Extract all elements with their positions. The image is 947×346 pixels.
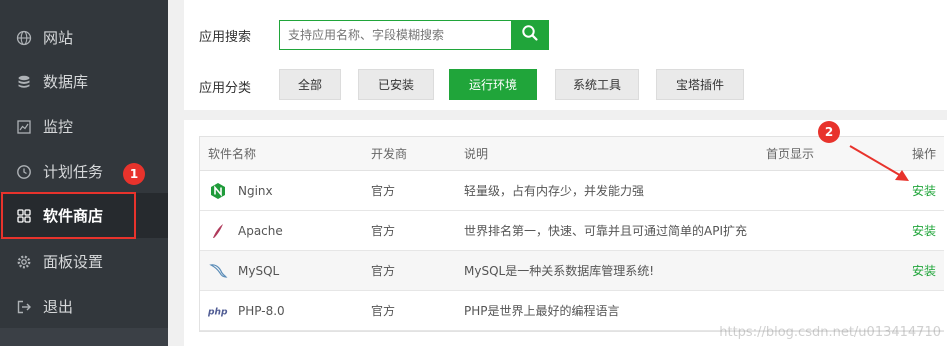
main-content: 应用搜索 应用分类 全部 已安装 运行环境 系统工具 宝塔插件 软件名称 开发商… bbox=[168, 0, 947, 346]
apache-feather-icon bbox=[208, 221, 228, 241]
header-name: 软件名称 bbox=[208, 147, 257, 161]
sidebar-item-label: 监控 bbox=[43, 118, 74, 136]
svg-text:php: php bbox=[208, 307, 228, 317]
install-link[interactable]: 安装 bbox=[912, 182, 936, 199]
sidebar-item-label: 面板设置 bbox=[43, 253, 104, 271]
software-desc: MySQL是一种关系数据库管理系统! bbox=[464, 264, 655, 278]
header-home: 首页显示 bbox=[766, 147, 815, 161]
sidebar-footer bbox=[0, 328, 168, 346]
grid-icon bbox=[15, 207, 33, 225]
search-icon bbox=[521, 24, 539, 46]
search-input[interactable] bbox=[279, 20, 511, 50]
sidebar-item-label: 网站 bbox=[43, 29, 74, 47]
sidebar-item-label: 退出 bbox=[43, 298, 74, 316]
logout-icon bbox=[15, 298, 33, 316]
install-link[interactable]: 安装 bbox=[912, 262, 936, 279]
header-developer: 开发商 bbox=[371, 147, 408, 161]
globe-icon bbox=[15, 29, 33, 47]
software-developer: 官方 bbox=[371, 304, 396, 318]
sidebar-item-software-store[interactable]: 软件商店 bbox=[0, 193, 168, 238]
watermark: https://blog.csdn.net/u013414710 bbox=[719, 325, 941, 340]
category-runtime[interactable]: 运行环境 bbox=[449, 69, 537, 100]
table-row: Nginx 官方 轻量级，占有内存少，并发能力强 安装 bbox=[200, 171, 944, 211]
table-row: MySQL 官方 MySQL是一种关系数据库管理系统! 安装 bbox=[200, 251, 944, 291]
table-row: Apache 官方 世界排名第一，快速、可靠并且可通过简单的API扩充 安装 bbox=[200, 211, 944, 251]
search-label: 应用搜索 bbox=[199, 30, 252, 45]
mysql-dolphin-icon bbox=[208, 261, 228, 281]
sidebar-item-monitor[interactable]: 监控 bbox=[0, 104, 168, 149]
search-panel: 应用搜索 应用分类 全部 已安装 运行环境 系统工具 宝塔插件 bbox=[184, 0, 947, 110]
install-link[interactable]: 安装 bbox=[912, 222, 936, 239]
software-desc: 世界排名第一，快速、可靠并且可通过简单的API扩充 bbox=[464, 224, 747, 238]
sidebar-item-logout[interactable]: 退出 bbox=[0, 284, 168, 329]
monitor-icon bbox=[15, 118, 33, 136]
search-button[interactable] bbox=[511, 20, 549, 50]
clock-icon bbox=[15, 163, 33, 181]
software-developer: 官方 bbox=[371, 224, 396, 238]
sidebar-item-label: 计划任务 bbox=[43, 163, 104, 181]
software-name: Apache bbox=[238, 223, 283, 238]
sidebar-item-panel-settings[interactable]: 面板设置 bbox=[0, 239, 168, 284]
software-developer: 官方 bbox=[371, 184, 396, 198]
sidebar-item-website[interactable]: 网站 bbox=[0, 15, 168, 60]
step-badge-2: 2 bbox=[818, 121, 840, 143]
php-icon: php bbox=[208, 301, 228, 321]
software-name: Nginx bbox=[238, 183, 273, 198]
software-table: 软件名称 开发商 说明 首页显示 操作 Nginx 官方 轻量级，占有内存少，并… bbox=[199, 136, 944, 332]
step-badge-1: 1 bbox=[123, 163, 145, 185]
software-desc: PHP是世界上最好的编程语言 bbox=[464, 304, 620, 318]
sidebar-item-label: 数据库 bbox=[43, 73, 89, 91]
category-bt-plugins[interactable]: 宝塔插件 bbox=[656, 69, 744, 100]
category-label: 应用分类 bbox=[199, 81, 252, 96]
sidebar-item-database[interactable]: 数据库 bbox=[0, 59, 168, 104]
software-name: PHP-8.0 bbox=[238, 303, 285, 318]
database-icon bbox=[15, 73, 33, 91]
software-developer: 官方 bbox=[371, 264, 396, 278]
header-op: 操作 bbox=[911, 147, 936, 161]
sidebar-item-label: 软件商店 bbox=[43, 207, 104, 225]
category-installed[interactable]: 已安装 bbox=[358, 69, 434, 100]
category-system-tools[interactable]: 系统工具 bbox=[555, 69, 639, 100]
header-desc: 说明 bbox=[464, 147, 489, 161]
category-all[interactable]: 全部 bbox=[279, 69, 341, 100]
software-desc: 轻量级，占有内存少，并发能力强 bbox=[464, 184, 645, 198]
nginx-icon bbox=[208, 181, 228, 201]
gear-icon bbox=[15, 253, 33, 271]
software-table-panel: 软件名称 开发商 说明 首页显示 操作 Nginx 官方 轻量级，占有内存少，并… bbox=[184, 120, 947, 346]
software-name: MySQL bbox=[238, 263, 280, 278]
